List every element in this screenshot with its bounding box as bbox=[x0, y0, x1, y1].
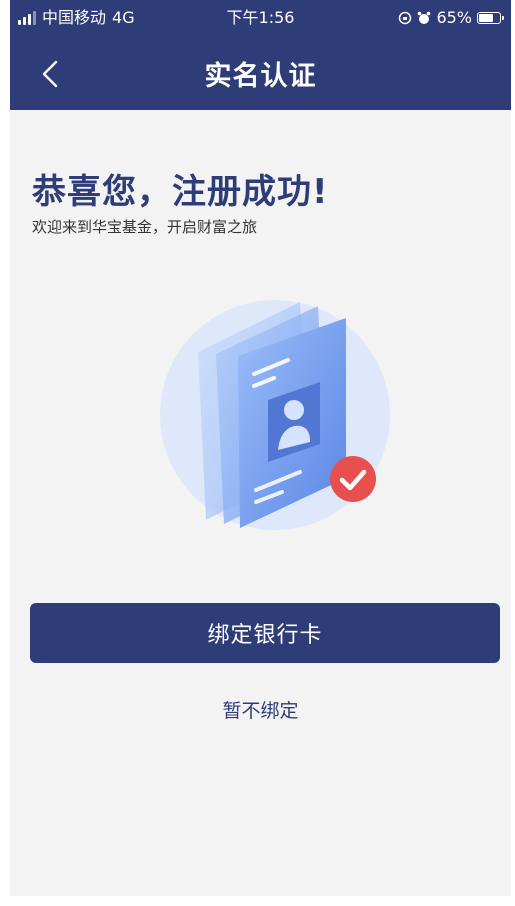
check-badge-icon bbox=[330, 456, 376, 502]
rotation-lock-icon bbox=[399, 11, 412, 25]
battery-percent: 65% bbox=[436, 8, 472, 27]
success-headline: 恭喜您，注册成功! bbox=[32, 172, 329, 212]
status-right: 65% bbox=[398, 0, 504, 36]
skip-binding-link[interactable]: 暂不绑定 bbox=[10, 696, 511, 723]
top-bar: 中国移动 4G 下午1:56 65% 实名认证 bbox=[10, 0, 511, 110]
nav-bar: 实名认证 bbox=[10, 36, 511, 110]
alarm-icon bbox=[418, 11, 431, 24]
bind-bank-card-button[interactable]: 绑定银行卡 bbox=[30, 603, 500, 663]
id-card-verified-illustration bbox=[160, 300, 390, 530]
app-screen: 中国移动 4G 下午1:56 65% 实名认证 恭喜您，注册成功! 欢迎来到华宝… bbox=[10, 0, 511, 896]
battery-icon bbox=[477, 12, 504, 24]
status-bar: 中国移动 4G 下午1:56 65% bbox=[10, 0, 511, 36]
page-title: 实名认证 bbox=[204, 61, 317, 92]
welcome-subline: 欢迎来到华宝基金，开启财富之旅 bbox=[32, 218, 258, 236]
